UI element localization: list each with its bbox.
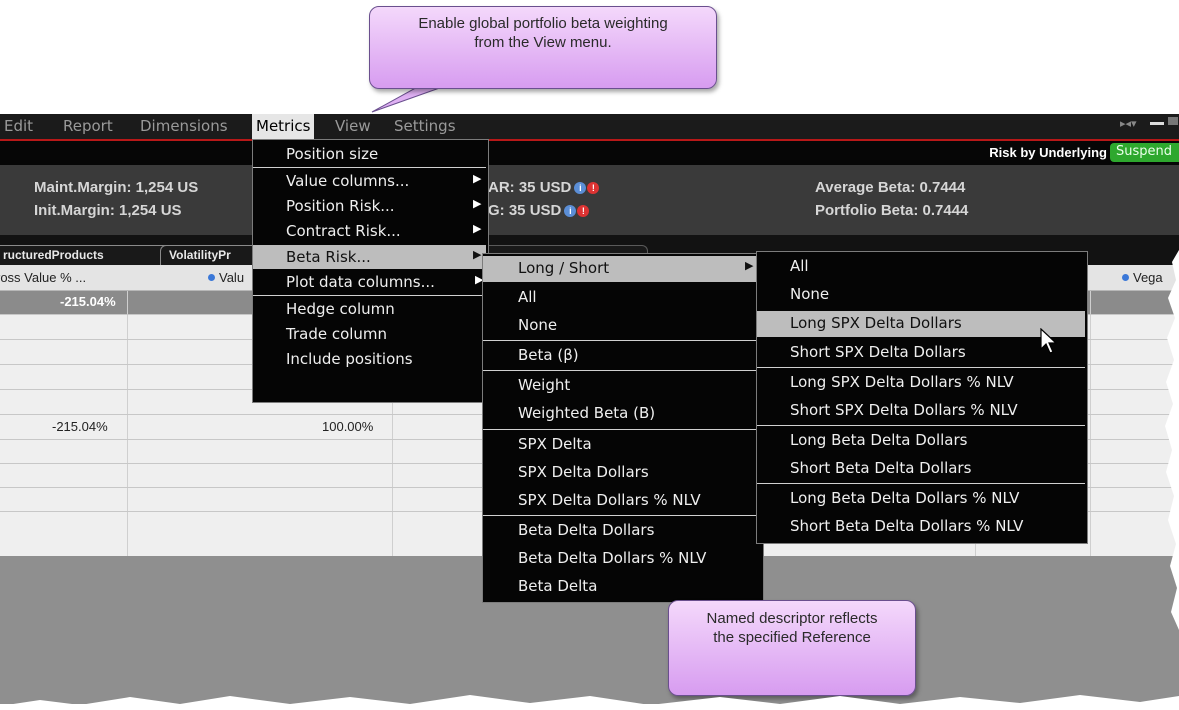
torn-edge (0, 250, 1179, 710)
